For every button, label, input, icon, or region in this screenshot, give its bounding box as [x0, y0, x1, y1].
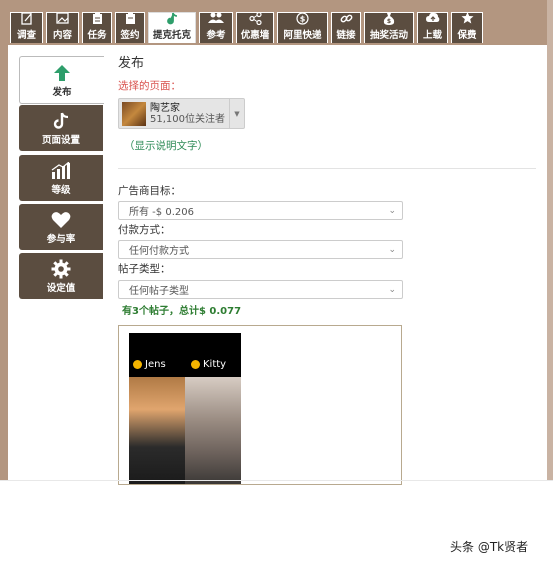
post-type-label: 帖子类型： [118, 263, 171, 275]
heart-icon [51, 209, 71, 231]
preview-thumbnail-boy [129, 377, 185, 484]
edit-icon [20, 12, 33, 26]
bar-chart-icon [51, 160, 71, 182]
tab-label: 上载 [422, 30, 442, 41]
preview-user-1: Jens [133, 359, 166, 370]
sidebar-item-label: 等级 [51, 185, 71, 196]
tab-label: 签约 [120, 30, 140, 41]
contract-icon [125, 12, 136, 26]
post-preview-box: Jens Kitty [118, 325, 402, 485]
image-icon [56, 12, 69, 26]
bottom-divider [0, 480, 553, 481]
tab-label: 调查 [16, 30, 36, 41]
selected-page-label: 选择的页面： [118, 80, 181, 92]
select-value: 任何付款方式 [129, 246, 189, 257]
post-preview[interactable]: Jens Kitty [129, 333, 241, 484]
page-selector[interactable]: 陶艺家 51,100位关注者 ▼ [118, 98, 245, 129]
sidebar-item-label: 设定值 [46, 283, 76, 294]
emoji-icon [133, 360, 142, 369]
tab-label: 阿里快递 [283, 30, 322, 41]
page-name: 陶艺家 [150, 102, 180, 114]
tab-links[interactable]: 链接 [331, 12, 361, 43]
svg-text:$: $ [300, 15, 306, 24]
page-followers: 51,100位关注者 [150, 113, 225, 125]
show-description-link[interactable]: （显示说明文字） [124, 138, 208, 153]
tab-survey[interactable]: 调查 [10, 12, 43, 43]
sidebar-item-engagement[interactable]: 参与率 [19, 204, 103, 250]
tab-label: 参考 [206, 30, 226, 41]
upload-icon [425, 12, 440, 26]
preview-user-name: Jens [145, 359, 166, 370]
sidebar-item-level[interactable]: 等级 [19, 155, 103, 201]
payment-method-select[interactable]: 任何付款方式 ⌄ [118, 240, 403, 259]
tiktok-icon [166, 12, 178, 26]
tab-label: 抽奖活动 [369, 30, 408, 41]
sidebar-item-publish[interactable]: 发布 [19, 56, 104, 104]
preview-thumbnail-cat [185, 377, 241, 484]
tab-premium[interactable]: 保费 [451, 12, 483, 43]
dollar-circle-icon: $ [296, 12, 309, 26]
chevron-down-icon: ⌄ [388, 205, 396, 216]
star-icon [461, 12, 474, 26]
tab-label: 任务 [87, 30, 107, 41]
share-icon [248, 11, 262, 26]
caret-down-icon[interactable]: ▼ [229, 99, 244, 128]
tab-label: 提克托克 [153, 30, 192, 41]
chevron-down-icon: ⌄ [388, 284, 396, 295]
money-bag-icon: $ [383, 12, 395, 26]
preview-user-name: Kitty [203, 359, 227, 370]
emoji-icon [191, 360, 200, 369]
chevron-down-icon: ⌄ [388, 244, 396, 255]
advertiser-goal-label: 广告商目标： [118, 185, 181, 197]
tab-contract[interactable]: 签约 [115, 12, 145, 43]
tab-content[interactable]: 内容 [46, 12, 79, 43]
gear-icon [51, 258, 71, 280]
tab-label: 内容 [52, 30, 72, 41]
tab-label: 保费 [457, 30, 477, 41]
payment-method-label: 付款方式： [118, 224, 171, 236]
posts-summary: 有3个帖子，总计$ 0.077 [122, 306, 242, 317]
sidebar-item-label: 页面设置 [41, 135, 80, 146]
divider [118, 168, 536, 169]
tab-tiktok[interactable]: 提克托克 [148, 12, 196, 43]
advertiser-goal-select[interactable]: 所有 -$ 0.206 ⌄ [118, 201, 403, 220]
sidebar-item-label: 发布 [52, 87, 72, 98]
preview-user-2: Kitty [191, 359, 226, 370]
select-value: 任何帖子类型 [129, 286, 189, 297]
tab-giveaway[interactable]: $ 抽奖活动 [364, 12, 414, 43]
tab-label: 优惠墙 [240, 30, 270, 41]
post-type-select[interactable]: 任何帖子类型 ⌄ [118, 280, 403, 299]
tab-upload[interactable]: 上载 [417, 12, 448, 43]
users-icon [208, 12, 224, 26]
page-title: 发布 [118, 56, 145, 71]
tab-reference[interactable]: 参考 [199, 12, 233, 43]
tab-aliexpress[interactable]: $ 阿里快递 [277, 12, 328, 43]
page-info: 陶艺家 51,100位关注者 [150, 103, 225, 125]
right-frame [547, 0, 553, 480]
watermark: 头条 @Tk贤者 [450, 540, 529, 554]
left-frame [0, 0, 8, 480]
main-panel: 发布 页面设置 等级 参与率 设定值 发布 选择的页面： 陶艺家 51,100位… [8, 45, 547, 485]
sidebar-item-settings[interactable]: 设定值 [19, 253, 103, 299]
link-icon [340, 12, 353, 26]
tab-label: 链接 [336, 30, 356, 41]
sidebar-item-label: 参与率 [46, 234, 76, 245]
tiktok-icon [53, 110, 69, 132]
select-value: 所有 -$ 0.206 [129, 207, 194, 218]
sidebar-item-page-settings[interactable]: 页面设置 [19, 105, 103, 151]
clipboard-icon [92, 12, 103, 26]
svg-text:$: $ [387, 18, 391, 25]
page-avatar [122, 101, 146, 126]
top-tab-bar: 调查 内容 任务 签约 提克托克 参考 优惠墙 $ 阿里快递 链接 $ 抽奖活动… [10, 11, 483, 45]
tab-offer-wall[interactable]: 优惠墙 [236, 11, 274, 43]
tab-tasks[interactable]: 任务 [82, 12, 112, 43]
arrow-up-icon [53, 62, 71, 84]
